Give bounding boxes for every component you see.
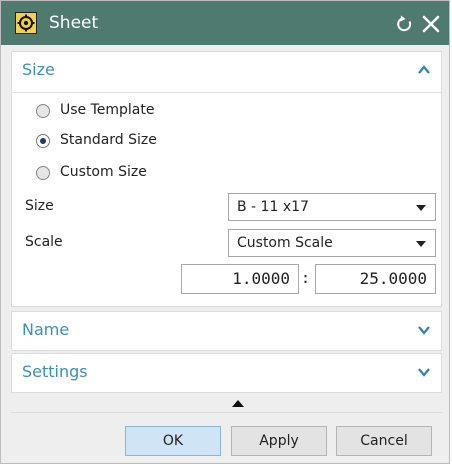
dropdown-arrow-icon: [416, 205, 426, 211]
reset-icon[interactable]: [394, 13, 416, 35]
more-options-icon[interactable]: [232, 400, 244, 407]
radio-button[interactable]: [36, 104, 50, 118]
settings-section-header[interactable]: Settings: [22, 362, 88, 381]
footer-divider: [11, 412, 442, 413]
chevron-up-icon[interactable]: [417, 62, 431, 76]
size-select-value: B - 11 x17: [237, 199, 309, 215]
cancel-button[interactable]: Cancel: [336, 426, 432, 456]
radio-button[interactable]: [36, 134, 50, 148]
ok-button[interactable]: OK: [125, 426, 221, 456]
scale-numerator-input[interactable]: 1.0000: [181, 264, 299, 294]
apply-button[interactable]: Apply: [231, 426, 327, 456]
chevron-down-icon[interactable]: [417, 364, 431, 378]
dropdown-arrow-icon: [416, 241, 426, 247]
size-section-header[interactable]: Size: [22, 60, 55, 79]
close-icon[interactable]: [420, 13, 442, 35]
scale-select[interactable]: Custom Scale: [228, 229, 436, 257]
settings-section[interactable]: Settings: [11, 353, 442, 393]
scale-label: Scale: [25, 234, 63, 250]
scale-denominator-input[interactable]: 25.0000: [315, 264, 436, 294]
scale-separator: :: [301, 269, 311, 287]
radio-label: Custom Size: [60, 164, 147, 180]
name-section-header[interactable]: Name: [22, 320, 69, 339]
radio-button[interactable]: [36, 166, 50, 180]
title-bar: Sheet: [1, 1, 449, 45]
radio-label: Standard Size: [60, 132, 157, 148]
section-divider: [12, 92, 441, 93]
chevron-down-icon[interactable]: [417, 322, 431, 336]
radio-label: Use Template: [60, 102, 155, 118]
name-section[interactable]: Name: [11, 311, 442, 351]
sheet-dialog: Sheet Size Use Template Standard Size Cu…: [0, 0, 450, 464]
size-select[interactable]: B - 11 x17: [228, 193, 436, 221]
size-label: Size: [25, 198, 54, 214]
dialog-title: Sheet: [49, 13, 99, 33]
sheet-app-icon: [15, 12, 37, 34]
scale-select-value: Custom Scale: [237, 235, 333, 251]
